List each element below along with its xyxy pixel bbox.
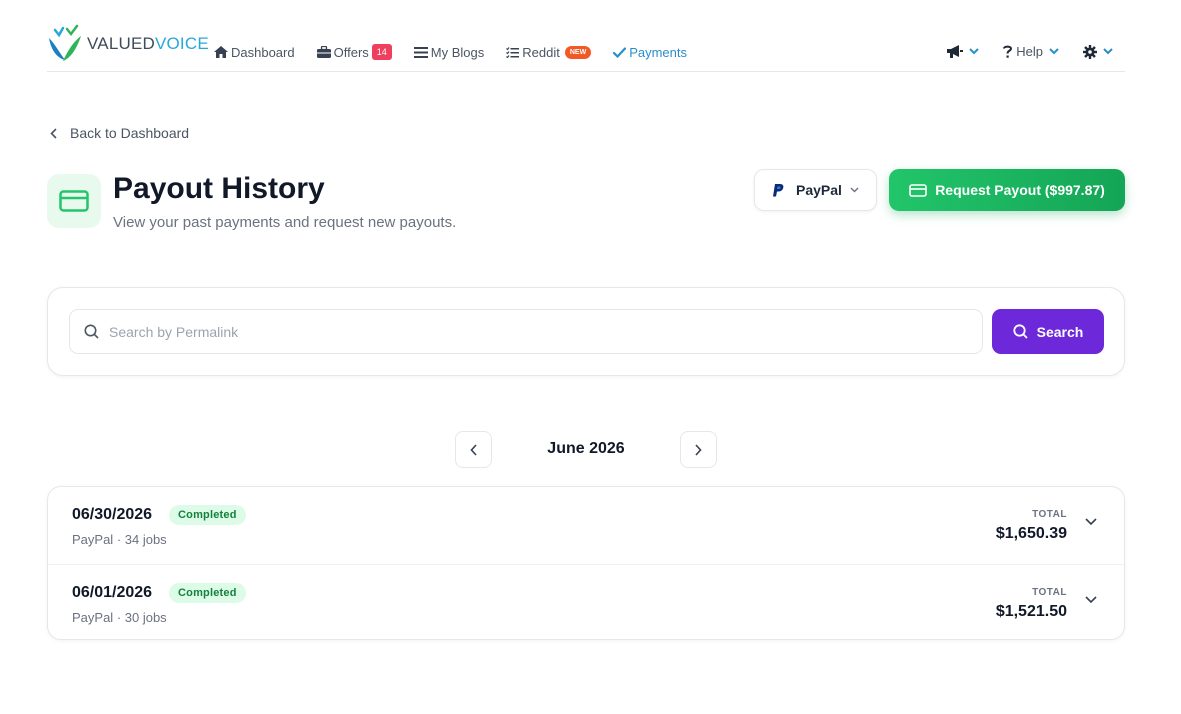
payout-method-select[interactable]: PayPal xyxy=(754,169,877,211)
current-month-label: June 2026 xyxy=(547,440,625,457)
home-icon xyxy=(214,46,228,58)
offers-count-badge: 14 xyxy=(371,44,392,60)
expand-chevron-icon[interactable] xyxy=(1085,518,1097,526)
chevron-right-icon xyxy=(695,443,702,456)
search-field[interactable] xyxy=(69,309,983,354)
search-icon xyxy=(1013,324,1028,339)
nav-dashboard[interactable]: Dashboard xyxy=(214,45,295,60)
payout-row[interactable]: 06/30/2026 Completed PayPal · 34 jobs TO… xyxy=(48,487,1124,564)
brand-name-part1: VALUED xyxy=(87,34,155,53)
chevron-down-icon xyxy=(1049,48,1059,55)
payout-list: 06/30/2026 Completed PayPal · 34 jobs TO… xyxy=(47,486,1125,640)
search-icon xyxy=(84,324,99,339)
paypal-icon xyxy=(773,183,784,196)
search-card: Search xyxy=(47,287,1125,376)
announcements-menu[interactable] xyxy=(947,45,979,58)
total-label: TOTAL xyxy=(1032,587,1067,598)
payout-job-count: 30 jobs xyxy=(124,610,167,625)
checkmark-icon xyxy=(613,46,627,58)
expand-chevron-icon[interactable] xyxy=(1085,596,1097,604)
brand-logo[interactable]: VALUEDVOICE xyxy=(47,24,209,64)
payout-method-value: PayPal xyxy=(796,182,842,198)
payout-method: PayPal xyxy=(72,610,114,625)
request-payout-label: Request Payout ($997.87) xyxy=(935,182,1105,198)
credit-card-icon xyxy=(909,183,927,197)
back-link-label: Back to Dashboard xyxy=(70,125,190,141)
nav-payments[interactable]: Payments xyxy=(613,45,687,60)
page-title: Payout History xyxy=(113,172,325,205)
chevron-down-icon xyxy=(969,48,979,55)
payout-meta: PayPal · 30 jobs xyxy=(72,610,167,625)
top-navbar: VALUEDVOICE Dashboard Offers 14 My Blogs… xyxy=(47,22,1125,72)
payout-meta: PayPal · 34 jobs xyxy=(72,532,167,547)
search-button[interactable]: Search xyxy=(992,309,1104,354)
nav-my-blogs-label: My Blogs xyxy=(430,44,485,60)
payout-header-icon-tile xyxy=(47,174,101,228)
reddit-new-badge: NEW xyxy=(564,45,592,59)
status-badge: Completed xyxy=(169,505,246,525)
help-label: Help xyxy=(1016,44,1043,59)
total-label: TOTAL xyxy=(1032,509,1067,520)
briefcase-icon xyxy=(316,46,331,58)
gear-icon xyxy=(1083,44,1097,59)
settings-menu[interactable] xyxy=(1083,44,1113,59)
payout-date: 06/30/2026 xyxy=(72,506,153,523)
payout-job-count: 34 jobs xyxy=(124,532,167,547)
brand-name-part2: VOICE xyxy=(154,34,209,53)
valuedvoice-logo-icon xyxy=(49,24,81,61)
chevron-down-icon xyxy=(850,187,859,193)
permalink-search-input[interactable] xyxy=(109,323,969,340)
chevron-down-icon xyxy=(1103,48,1113,55)
help-menu[interactable]: Help xyxy=(1003,44,1059,59)
page-subtitle: View your past payments and request new … xyxy=(113,214,457,231)
total-amount: $1,521.50 xyxy=(995,603,1067,620)
nav-dashboard-label: Dashboard xyxy=(231,44,295,60)
megaphone-icon xyxy=(947,45,964,58)
search-button-label: Search xyxy=(1036,323,1084,340)
checklist-icon xyxy=(506,46,520,58)
question-icon xyxy=(1003,45,1013,58)
nav-offers[interactable]: Offers 14 xyxy=(316,44,392,60)
payout-row[interactable]: 06/01/2026 Completed PayPal · 30 jobs TO… xyxy=(48,564,1124,639)
chevron-left-icon xyxy=(50,127,57,139)
payout-method: PayPal xyxy=(72,532,114,547)
nav-my-blogs[interactable]: My Blogs xyxy=(413,44,485,60)
request-payout-button[interactable]: Request Payout ($997.87) xyxy=(889,169,1125,211)
nav-reddit-label: Reddit xyxy=(522,44,560,60)
payout-date: 06/01/2026 xyxy=(72,584,153,601)
status-badge: Completed xyxy=(169,583,246,603)
nav-reddit[interactable]: Reddit NEW xyxy=(506,44,592,60)
credit-card-icon xyxy=(59,190,89,212)
list-icon xyxy=(413,46,428,58)
back-to-dashboard-link[interactable]: Back to Dashboard xyxy=(50,125,189,141)
nav-offers-label: Offers xyxy=(333,44,369,60)
nav-payments-label: Payments xyxy=(629,44,687,60)
previous-month-button[interactable] xyxy=(455,431,492,468)
chevron-left-icon xyxy=(470,443,477,456)
next-month-button[interactable] xyxy=(680,431,717,468)
total-amount: $1,650.39 xyxy=(995,525,1067,542)
